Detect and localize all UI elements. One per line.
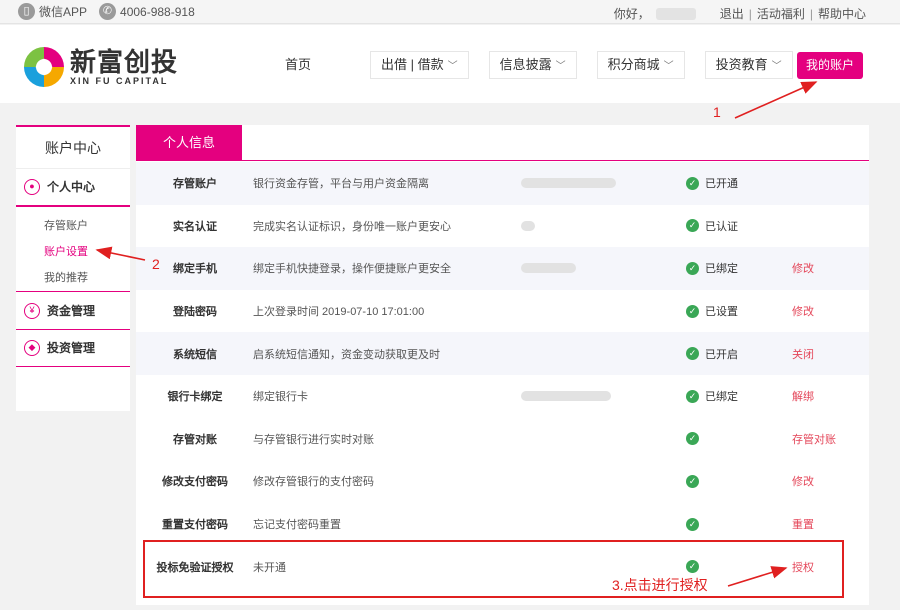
check-icon: ✓: [686, 517, 699, 531]
redacted-value: [521, 220, 535, 231]
chevron-down-icon: ﹀: [663, 61, 674, 72]
sidebar-group-personal[interactable]: ● 个人中心: [16, 169, 130, 207]
nav-points-mall[interactable]: 积分商城 ﹀: [596, 51, 685, 79]
check-icon: ✓: [686, 176, 699, 190]
unbind-card-link[interactable]: 解绑: [792, 388, 814, 404]
sidebar-title: 账户中心: [16, 127, 130, 169]
benefits-link[interactable]: 活动福利: [757, 5, 805, 22]
check-icon: ✓: [686, 474, 699, 488]
check-icon: ✓: [686, 261, 699, 275]
nav-lend-borrow[interactable]: 出借 | 借款 ﹀: [370, 51, 469, 79]
site-logo[interactable]: 新富创投 XIN FU CAPITAL: [22, 45, 178, 89]
check-icon: ✓: [686, 347, 699, 361]
chevron-down-icon: ﹀: [447, 61, 458, 72]
redacted-value: [521, 263, 576, 274]
check-icon: ✓: [686, 219, 699, 233]
account-sidebar: 账户中心 ● 个人中心 存管账户 账户设置 我的推荐 ¥ 资金管理 ◆ 投资管理: [16, 125, 130, 411]
check-icon: ✓: [686, 304, 699, 318]
greeting-text: 你好，: [613, 7, 650, 21]
nav-education[interactable]: 投资教育 ﹀: [704, 51, 793, 79]
table-row: 修改支付密码 修改存管银行的支付密码 ✓ 修改: [136, 460, 869, 503]
invest-icon: ◆: [24, 340, 40, 356]
help-center-link[interactable]: 帮助中心: [818, 5, 866, 22]
my-account-button[interactable]: 我的账户: [797, 52, 863, 79]
person-icon: ●: [24, 179, 40, 195]
sidebar-group-funds[interactable]: ¥ 资金管理: [16, 291, 130, 329]
annotation-step-1: 1: [713, 104, 721, 120]
edit-pay-password-link[interactable]: 修改: [792, 473, 814, 489]
nav-disclosure[interactable]: 信息披露 ﹀: [488, 51, 577, 79]
annotation-step-2: 2: [152, 256, 160, 272]
edit-password-link[interactable]: 修改: [792, 303, 814, 319]
table-row: 登陆密码 上次登录时间 2019-07-10 17:01:00 ✓ 已设置 修改: [136, 290, 869, 333]
redacted-value: [521, 178, 616, 189]
top-bar: ▯ 微信APP ✆ 4006-988-918 你好， 退出 | 活动福利 | 帮…: [0, 0, 900, 24]
table-row: 绑定手机 绑定手机快捷登录，操作便捷账户更安全 ✓ 已绑定 修改: [136, 247, 869, 290]
settings-table: 存管账户 银行资金存管，平台与用户资金隔离 ✓ 已开通 实名认证 完成实名认证标识…: [136, 162, 869, 588]
nav-home[interactable]: 首页: [270, 51, 326, 79]
chevron-down-icon: ﹀: [771, 61, 782, 72]
sidebar-item-custody-account[interactable]: 存管账户: [16, 213, 130, 239]
logo-text-en: XIN FU CAPITAL: [70, 76, 169, 86]
close-sms-link[interactable]: 关闭: [792, 346, 814, 362]
sidebar-item-my-referrals[interactable]: 我的推荐: [16, 265, 130, 291]
tab-bar: 个人信息: [136, 125, 869, 161]
site-header: 新富创投 XIN FU CAPITAL 首页 出借 | 借款 ﹀ 信息披露 ﹀ 积分…: [0, 25, 900, 103]
telephone-icon: ✆: [99, 3, 117, 20]
hotline-number: 4006-988-918: [120, 4, 195, 19]
table-row: 存管对账 与存管银行进行实时对账 ✓ 存管对账: [136, 418, 869, 461]
edit-phone-link[interactable]: 修改: [792, 260, 814, 276]
sidebar-group-investment[interactable]: ◆ 投资管理: [16, 329, 130, 367]
reset-pay-password-link[interactable]: 重置: [792, 516, 814, 532]
check-icon: ✓: [686, 389, 699, 403]
logo-mark-icon: [22, 45, 66, 89]
chevron-down-icon: ﹀: [555, 61, 566, 72]
main-nav: 首页 出借 | 借款 ﹀ 信息披露 ﹀ 积分商城 ﹀ 投资教育 ﹀: [270, 51, 813, 79]
table-row: 系统短信 启系统短信通知，资金变动获取更及时 ✓ 已开启 关闭: [136, 332, 869, 375]
table-row: 存管账户 银行资金存管，平台与用户资金隔离 ✓ 已开通: [136, 162, 869, 205]
sidebar-item-account-settings[interactable]: 账户设置: [16, 239, 130, 265]
table-row: 重置支付密码 忘记支付密码重置 ✓ 重置: [136, 503, 869, 546]
username-redacted: [655, 7, 696, 20]
reconcile-link[interactable]: 存管对账: [792, 431, 836, 447]
check-icon: ✓: [686, 432, 699, 446]
annotation-step-3: 3.点击进行授权: [612, 577, 708, 593]
phone-app-icon[interactable]: ▯: [18, 3, 35, 20]
personal-info-panel: 个人信息 存管账户 银行资金存管，平台与用户资金隔离 ✓ 已开通 实名认证 完成实…: [136, 125, 869, 605]
money-icon: ¥: [24, 302, 40, 319]
logout-link[interactable]: 退出: [720, 5, 744, 22]
annotation-highlight-box: [143, 540, 844, 598]
tab-personal-info[interactable]: 个人信息: [136, 125, 242, 161]
redacted-value: [521, 391, 611, 402]
table-row: 银行卡绑定 绑定银行卡 ✓ 已绑定 解绑: [136, 375, 869, 418]
table-row: 实名认证 完成实名认证标识，身份唯一账户更安心 ✓ 已认证: [173, 219, 738, 233]
logo-text-cn: 新富创投: [70, 47, 179, 77]
wechat-app-link[interactable]: 微信APP: [39, 3, 87, 20]
